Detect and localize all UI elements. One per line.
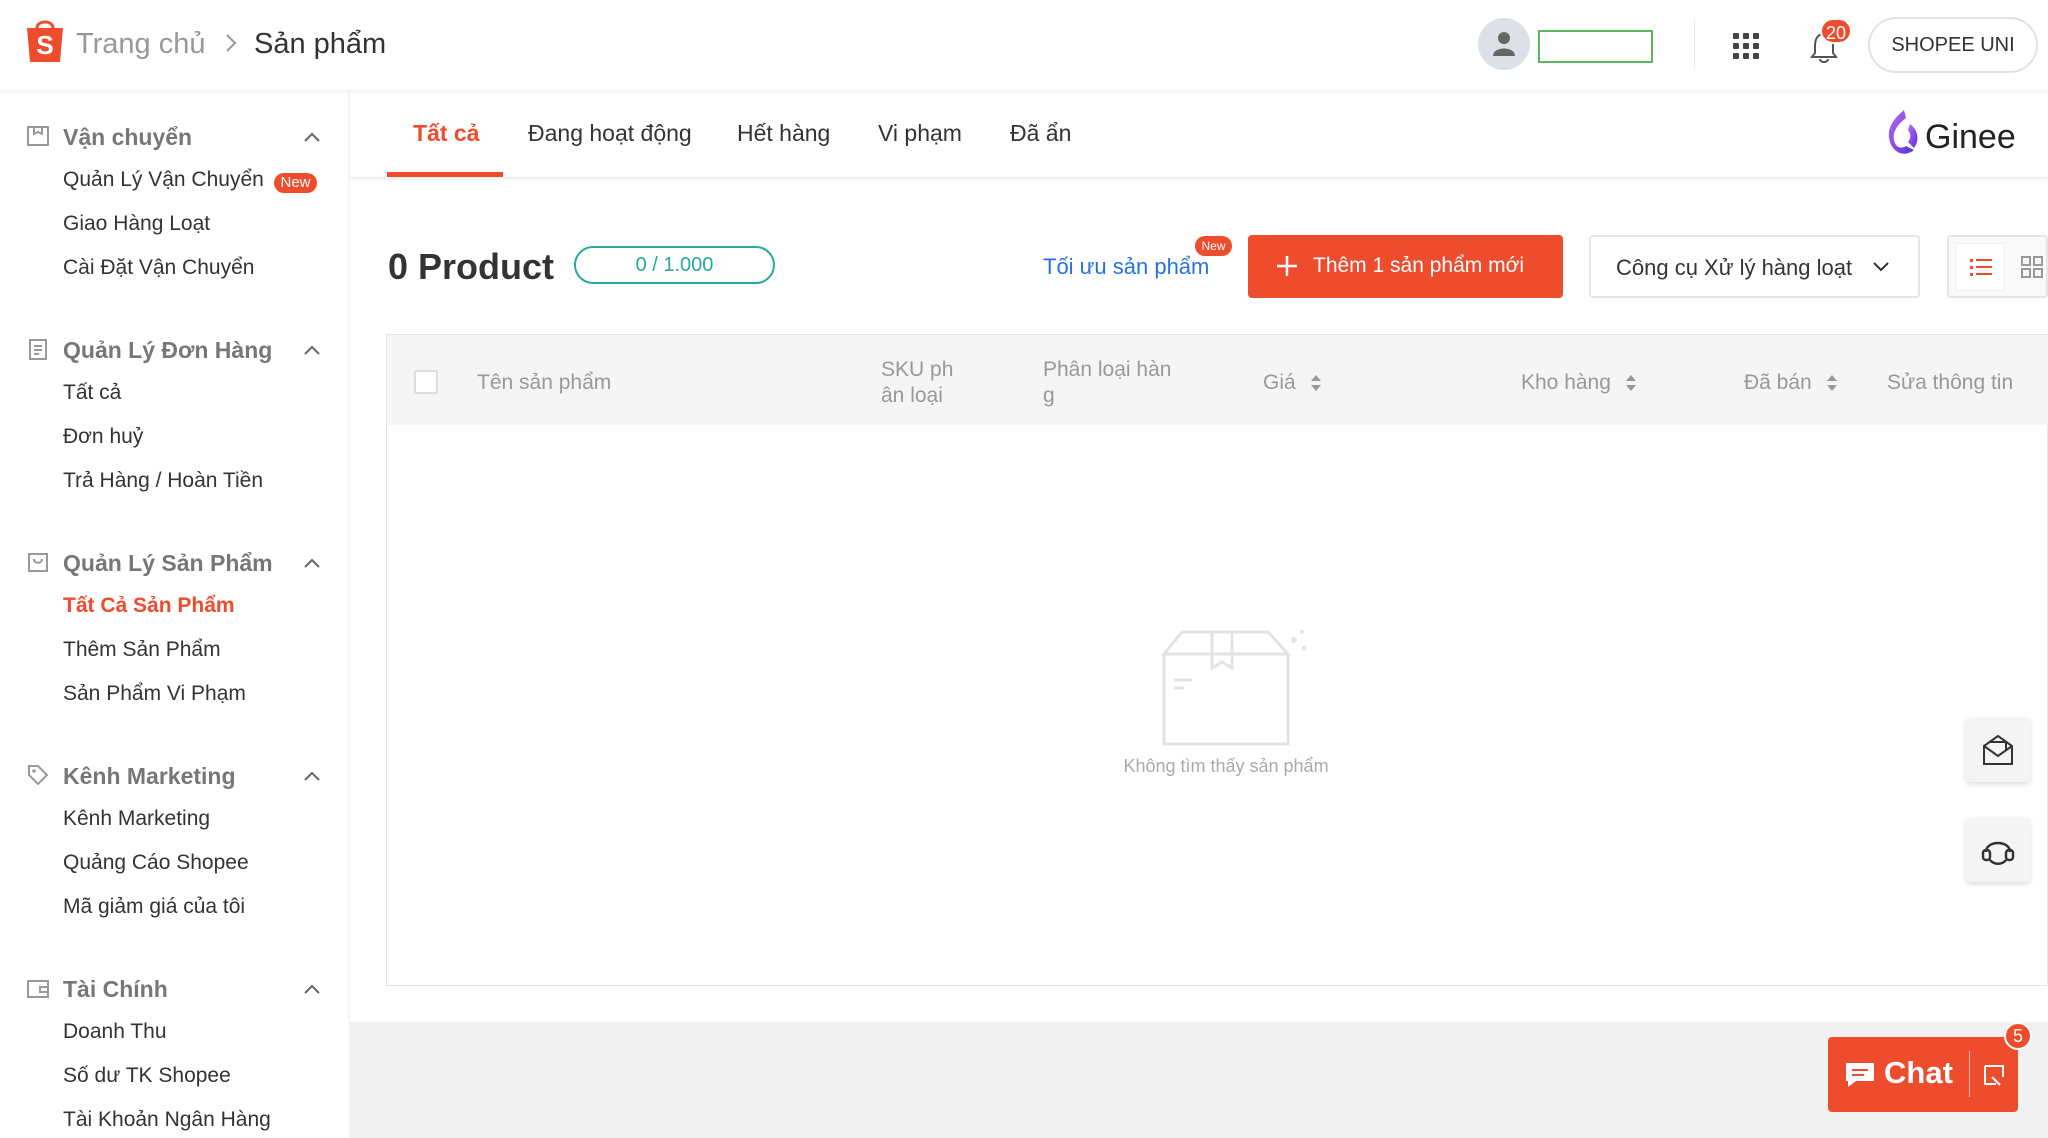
sidebar-item-add-product[interactable]: Thêm Sản Phẩm (63, 638, 221, 662)
column-variation: Phân loại hàn g (1043, 357, 1171, 409)
chat-unread-badge: 5 (2004, 1022, 2032, 1050)
footer-area (350, 1022, 2048, 1138)
empty-state-message: Không tìm thấy sản phẩm (1123, 756, 1329, 776)
table-header: Tên sản phẩm SKU ph ân loại Phân loại hà… (387, 335, 2048, 425)
username-box[interactable] (1538, 30, 1653, 63)
new-badge: New (1195, 236, 1232, 256)
sidebar-item-bulk-shipping[interactable]: Giao Hàng Loạt (63, 212, 210, 236)
sidebar-item-cancelled-orders[interactable]: Đơn huỷ (63, 425, 143, 449)
sidebar-item-shopee-balance[interactable]: Số dư TK Shopee (63, 1064, 231, 1088)
column-stock[interactable]: Kho hàng (1521, 370, 1637, 396)
sidebar-item-returns[interactable]: Trả Hàng / Hoàn Tiền (63, 469, 263, 493)
clipboard-icon (29, 339, 47, 360)
optimize-products-link[interactable]: Tối ưu sản phẩm (1043, 254, 1209, 280)
sidebar-item-shipping-settings[interactable]: Cài Đặt Vận Chuyển (63, 256, 254, 280)
view-mode-toggle (1947, 235, 2048, 298)
sort-icon[interactable] (1826, 373, 1838, 393)
chevron-down-icon (1873, 262, 1889, 272)
chevron-up-icon[interactable] (302, 982, 322, 996)
chat-button[interactable]: Chat (1828, 1037, 2018, 1112)
notification-badge: 20 (1820, 18, 1853, 44)
wallet-icon (27, 980, 49, 998)
column-sku: SKU ph ân loại (881, 357, 953, 409)
product-quota-badge: 0 / 1.000 (574, 246, 775, 284)
list-icon (1970, 259, 1992, 276)
sidebar-section-marketing[interactable]: Kênh Marketing (63, 763, 236, 790)
column-variation-line1: Phân loại hàn (1043, 358, 1172, 381)
shipping-box-icon (27, 126, 49, 146)
column-product-name: Tên sản phẩm (477, 371, 612, 394)
new-badge: New (274, 173, 317, 193)
bulk-tools-dropdown[interactable]: Công cụ Xử lý hàng loạt (1589, 235, 1920, 298)
status-tabs: Tất cả Đang hoạt động Hết hàng Vi phạm Đ… (350, 90, 2048, 178)
tab-hidden[interactable]: Đã ẩn (1010, 120, 1071, 147)
empty-box-icon (1160, 630, 1307, 746)
sidebar-section-finance[interactable]: Tài Chính (63, 976, 168, 1003)
shop-account-button[interactable]: SHOPEE UNI (1868, 17, 2038, 73)
tab-active[interactable]: Đang hoạt động (528, 120, 692, 147)
active-tab-indicator (387, 172, 503, 177)
sidebar-item-shopee-ads[interactable]: Quảng Cáo Shopee (63, 851, 249, 875)
column-price[interactable]: Giá (1263, 370, 1322, 396)
column-stock-label: Kho hàng (1521, 371, 1611, 394)
chevron-up-icon[interactable] (302, 130, 322, 144)
sidebar-item-all-orders[interactable]: Tất cả (63, 381, 121, 405)
tag-icon (28, 765, 49, 786)
chat-divider (1969, 1051, 1970, 1097)
sidebar-section-orders[interactable]: Quản Lý Đơn Hàng (63, 337, 272, 364)
chat-label: Chat (1884, 1055, 1953, 1090)
grid-view-icon[interactable] (2021, 256, 2043, 278)
column-sold-label: Đã bán (1744, 371, 1812, 394)
breadcrumb-home[interactable]: Trang chủ (76, 28, 206, 61)
sidebar-item-marketing-channel[interactable]: Kênh Marketing (63, 807, 210, 831)
sidebar-item-revenue[interactable]: Doanh Thu (63, 1020, 167, 1044)
product-count: 0 Product (388, 246, 555, 287)
sidebar-section-shipping[interactable]: Vận chuyển (63, 124, 192, 151)
bulk-tools-label: Công cụ Xử lý hàng loạt (1616, 255, 1853, 280)
tab-sold-out[interactable]: Hết hàng (737, 120, 830, 147)
column-variation-line2: g (1043, 384, 1055, 407)
select-all-checkbox[interactable] (414, 370, 438, 394)
sidebar-section-products[interactable]: Quản Lý Sản Phẩm (63, 550, 273, 577)
headset-icon (1981, 841, 2015, 865)
list-view-button[interactable] (1955, 243, 2005, 291)
column-sold[interactable]: Đã bán (1744, 370, 1838, 396)
sidebar-item-my-vouchers[interactable]: Mã giảm giá của tôi (63, 895, 245, 919)
chevron-up-icon[interactable] (302, 769, 322, 783)
top-header: S Trang chủ Sản phẩm 20 SHOPEE UNI (0, 0, 2048, 90)
plus-icon (1277, 256, 1297, 276)
chevron-right-icon (226, 34, 237, 52)
tab-all[interactable]: Tất cả (413, 120, 479, 147)
sort-icon[interactable] (1310, 373, 1322, 393)
shopee-logo[interactable]: S (24, 16, 66, 64)
header-divider (1694, 20, 1695, 68)
column-price-label: Giá (1263, 371, 1296, 394)
chevron-up-icon[interactable] (302, 343, 322, 357)
avatar[interactable] (1478, 18, 1530, 70)
chevron-up-icon[interactable] (302, 556, 322, 570)
ginee-logo-text: Ginee (1925, 118, 2016, 156)
support-float-button[interactable] (1966, 818, 2030, 882)
expand-icon[interactable] (1982, 1063, 2006, 1087)
tab-violations[interactable]: Vi phạm (878, 120, 962, 147)
apps-grid-icon[interactable] (1732, 32, 1760, 60)
sidebar-item-all-products[interactable]: Tất Cả Sản Phẩm (63, 594, 235, 618)
breadcrumb-current: Sản phẩm (254, 28, 387, 60)
shopping-bag-icon (28, 553, 48, 572)
column-sku-line2: ân loại (881, 384, 943, 407)
add-product-label: Thêm 1 sản phẩm mới (1313, 254, 1525, 277)
sidebar-item-shipping-management[interactable]: Quản Lý Vận Chuyển (63, 168, 264, 192)
chat-bubble-icon (1846, 1063, 1874, 1087)
user-icon (1493, 32, 1515, 56)
message-float-button[interactable] (1966, 718, 2030, 782)
sort-icon[interactable] (1625, 373, 1637, 393)
column-edit: Sửa thông tin (1887, 371, 2014, 394)
column-sku-line1: SKU ph (881, 358, 954, 381)
sidebar-item-violating-products[interactable]: Sản Phẩm Vi Phạm (63, 682, 246, 706)
svg-text:S: S (36, 30, 53, 60)
sidebar: Vận chuyển Quản Lý Vận Chuyển New Giao H… (0, 90, 348, 1138)
mail-icon (1983, 734, 2013, 765)
add-product-button[interactable]: Thêm 1 sản phẩm mới (1248, 235, 1563, 298)
sidebar-item-bank-account[interactable]: Tài Khoản Ngân Hàng (63, 1108, 271, 1132)
